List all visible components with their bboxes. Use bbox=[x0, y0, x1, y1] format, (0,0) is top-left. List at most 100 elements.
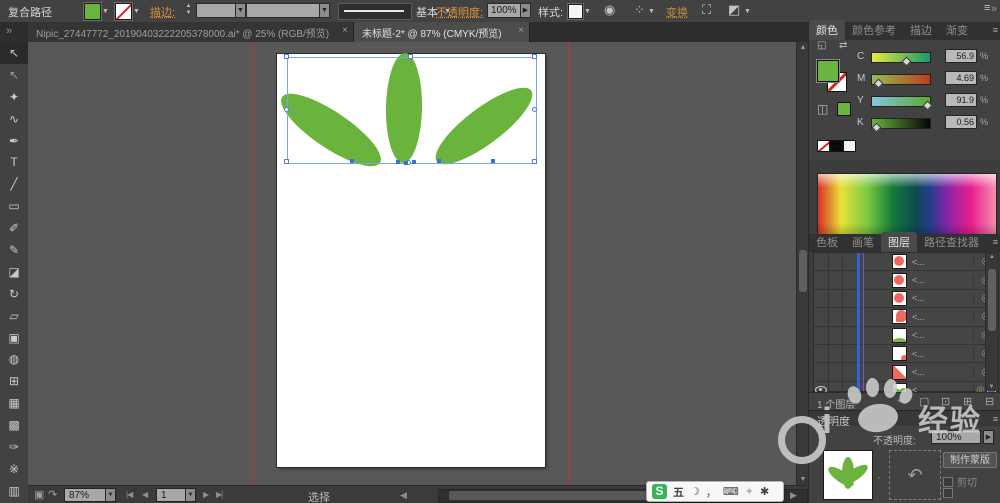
lock-cell[interactable] bbox=[829, 344, 843, 363]
channel-value-k[interactable]: 0.56 bbox=[945, 115, 977, 129]
style-dropdown-icon[interactable]: ▼ bbox=[584, 8, 591, 15]
lasso-tool[interactable]: ∿ bbox=[0, 108, 28, 130]
invert-mask-checkbox[interactable] bbox=[943, 488, 953, 498]
visibility-cell[interactable] bbox=[814, 308, 829, 326]
out-of-gamut-cube-icon[interactable]: ◫ bbox=[817, 102, 828, 116]
rotate-tool[interactable]: ↻ bbox=[0, 283, 28, 305]
clip-checkbox-row[interactable]: 剪切 bbox=[943, 474, 977, 489]
visibility-cell[interactable] bbox=[814, 289, 829, 308]
in-gamut-color-swatch[interactable] bbox=[837, 102, 851, 116]
magic-wand-tool[interactable]: ✦ bbox=[0, 86, 28, 108]
select-similar-icon[interactable]: ◩ bbox=[728, 2, 740, 18]
bbox-handle-bottom-left[interactable] bbox=[284, 159, 289, 164]
tab-pathfinder[interactable]: 路径查找器 bbox=[917, 232, 986, 252]
vertical-scroll-thumb[interactable] bbox=[799, 250, 807, 292]
layer-label[interactable]: <... bbox=[909, 275, 973, 285]
anchor-point[interactable] bbox=[396, 160, 400, 164]
anchor-point[interactable] bbox=[491, 159, 495, 163]
channel-slider-k[interactable] bbox=[871, 118, 931, 133]
delete-layer-icon[interactable]: ⊟ bbox=[985, 395, 994, 408]
symbol-sprayer-tool[interactable]: ※ bbox=[0, 458, 28, 480]
eraser-tool[interactable]: ◪ bbox=[0, 261, 28, 283]
locate-object-icon[interactable]: ⌖ bbox=[897, 395, 903, 408]
pencil-tool[interactable]: ✎ bbox=[0, 239, 28, 261]
bbox-handle-top-left[interactable] bbox=[284, 54, 289, 59]
layer-row[interactable]: <... ◎ bbox=[814, 289, 998, 309]
transparency-opacity-field[interactable]: 100% bbox=[931, 430, 981, 444]
perspective-grid-tool[interactable]: ⊞ bbox=[0, 370, 28, 392]
horizontal-scroll-thumb[interactable] bbox=[449, 491, 674, 500]
prev-artboard-icon[interactable]: ◀ bbox=[142, 490, 148, 499]
channel-value-y[interactable]: 91.9 bbox=[945, 93, 977, 107]
tab-1-close-icon[interactable]: × bbox=[342, 25, 348, 36]
soft-keyboard-icon[interactable]: ⌨ bbox=[723, 485, 739, 498]
layers-scroll-down-icon[interactable]: ▼ bbox=[986, 384, 997, 390]
align-objects-icon[interactable]: ⁘ bbox=[634, 2, 645, 18]
layer-thumbnail[interactable] bbox=[891, 327, 907, 343]
layer-label[interactable]: <... bbox=[909, 367, 973, 377]
artboard-number-field[interactable]: 1 bbox=[156, 488, 186, 502]
document-tab-2-active[interactable]: 未标题-2* @ 87% (CMYK/预览) × bbox=[354, 22, 530, 42]
free-transform-tool[interactable]: ▣ bbox=[0, 327, 28, 349]
bbox-handle-mid-left[interactable] bbox=[284, 107, 289, 112]
layers-scroll-thumb[interactable] bbox=[988, 269, 996, 331]
layer-label[interactable]: <... bbox=[909, 312, 973, 322]
shape-builder-tool[interactable]: ◍ bbox=[0, 348, 28, 370]
zoom-dropdown-icon[interactable]: ▼ bbox=[105, 488, 116, 502]
mesh-tool[interactable]: ▦ bbox=[0, 392, 28, 414]
object-thumbnail[interactable] bbox=[823, 450, 873, 500]
transparency-menu-icon[interactable]: ≡ bbox=[993, 414, 998, 424]
first-artboard-icon[interactable]: |◀ bbox=[126, 490, 133, 499]
slider-handle[interactable] bbox=[901, 56, 912, 67]
new-sublayer-icon[interactable]: ⊡ bbox=[941, 395, 950, 408]
layer-label[interactable]: <... bbox=[909, 257, 973, 267]
dock-collapse-icon[interactable]: » bbox=[991, 3, 997, 15]
invert-mask-checkbox-row[interactable]: 反相蒙版 bbox=[943, 488, 957, 498]
tab-overflow-icon[interactable]: » bbox=[6, 25, 12, 37]
layer-thumbnail[interactable] bbox=[891, 290, 907, 306]
layer-label[interactable]: <... bbox=[909, 293, 973, 303]
fill-color-swatch[interactable] bbox=[817, 60, 839, 82]
tab-layers[interactable]: 图层 bbox=[881, 232, 917, 252]
sogou-logo-icon[interactable]: S bbox=[652, 484, 667, 499]
layer-thumbnail[interactable] bbox=[891, 254, 907, 270]
transform-link[interactable]: 变换 bbox=[666, 4, 688, 20]
channel-value-c[interactable]: 56.9 bbox=[945, 49, 977, 63]
mask-placeholder-box[interactable]: ↶ bbox=[889, 450, 941, 500]
layer-label[interactable]: <... bbox=[909, 349, 973, 359]
control-panel-menu-icon[interactable]: ≡ bbox=[984, 2, 990, 14]
visibility-cell[interactable] bbox=[814, 326, 829, 344]
transparency-panel-header[interactable]: 透明度 ≡ bbox=[809, 410, 1000, 428]
next-artboard-icon[interactable]: ▶ bbox=[203, 490, 209, 499]
zoom-level-field[interactable]: 87% bbox=[64, 488, 106, 502]
canvas-area[interactable] bbox=[28, 42, 796, 485]
none-swatch[interactable] bbox=[817, 140, 830, 152]
layer-row[interactable]: <... ◎ bbox=[814, 271, 998, 290]
stroke-weight-field[interactable] bbox=[196, 3, 236, 18]
align-dropdown-icon[interactable]: ▼ bbox=[648, 8, 655, 15]
channel-slider-c[interactable] bbox=[871, 52, 931, 67]
swap-fill-stroke-icon[interactable]: ⇄ bbox=[839, 40, 847, 51]
hscroll-left-icon[interactable]: ◀ bbox=[400, 490, 407, 501]
layer-thumbnail[interactable] bbox=[891, 364, 907, 380]
anchor-point[interactable] bbox=[350, 159, 354, 163]
punctuation-icon[interactable]: ， bbox=[706, 484, 717, 500]
selection-tool[interactable]: ↖ bbox=[0, 42, 28, 64]
bbox-handle-bottom-right[interactable] bbox=[532, 159, 537, 164]
stroke-dropdown-icon[interactable]: ▼ bbox=[133, 8, 140, 15]
skin-icon[interactable]: ✦ bbox=[745, 485, 754, 498]
visibility-cell[interactable] bbox=[814, 271, 829, 289]
channel-slider-y[interactable] bbox=[871, 96, 933, 111]
layer-row[interactable]: <... ◎ bbox=[814, 344, 998, 364]
new-layer-icon[interactable]: ⊞ bbox=[963, 395, 972, 408]
column-graph-tool[interactable]: ▥ bbox=[0, 480, 28, 502]
artboard-dropdown-icon[interactable]: ▼ bbox=[185, 488, 196, 502]
paintbrush-tool[interactable]: ✐ bbox=[0, 217, 28, 239]
document-tab-1[interactable]: Nipic_27447772_20190403222205378000.ai* … bbox=[28, 22, 354, 42]
style-swatch[interactable] bbox=[568, 4, 583, 19]
eyedropper-tool[interactable]: ✑ bbox=[0, 436, 28, 458]
line-segment-tool[interactable]: ╱ bbox=[0, 173, 28, 195]
pen-tool[interactable]: ✒ bbox=[0, 130, 28, 152]
type-tool[interactable]: T bbox=[0, 151, 28, 173]
channel-slider-m[interactable] bbox=[871, 74, 931, 89]
